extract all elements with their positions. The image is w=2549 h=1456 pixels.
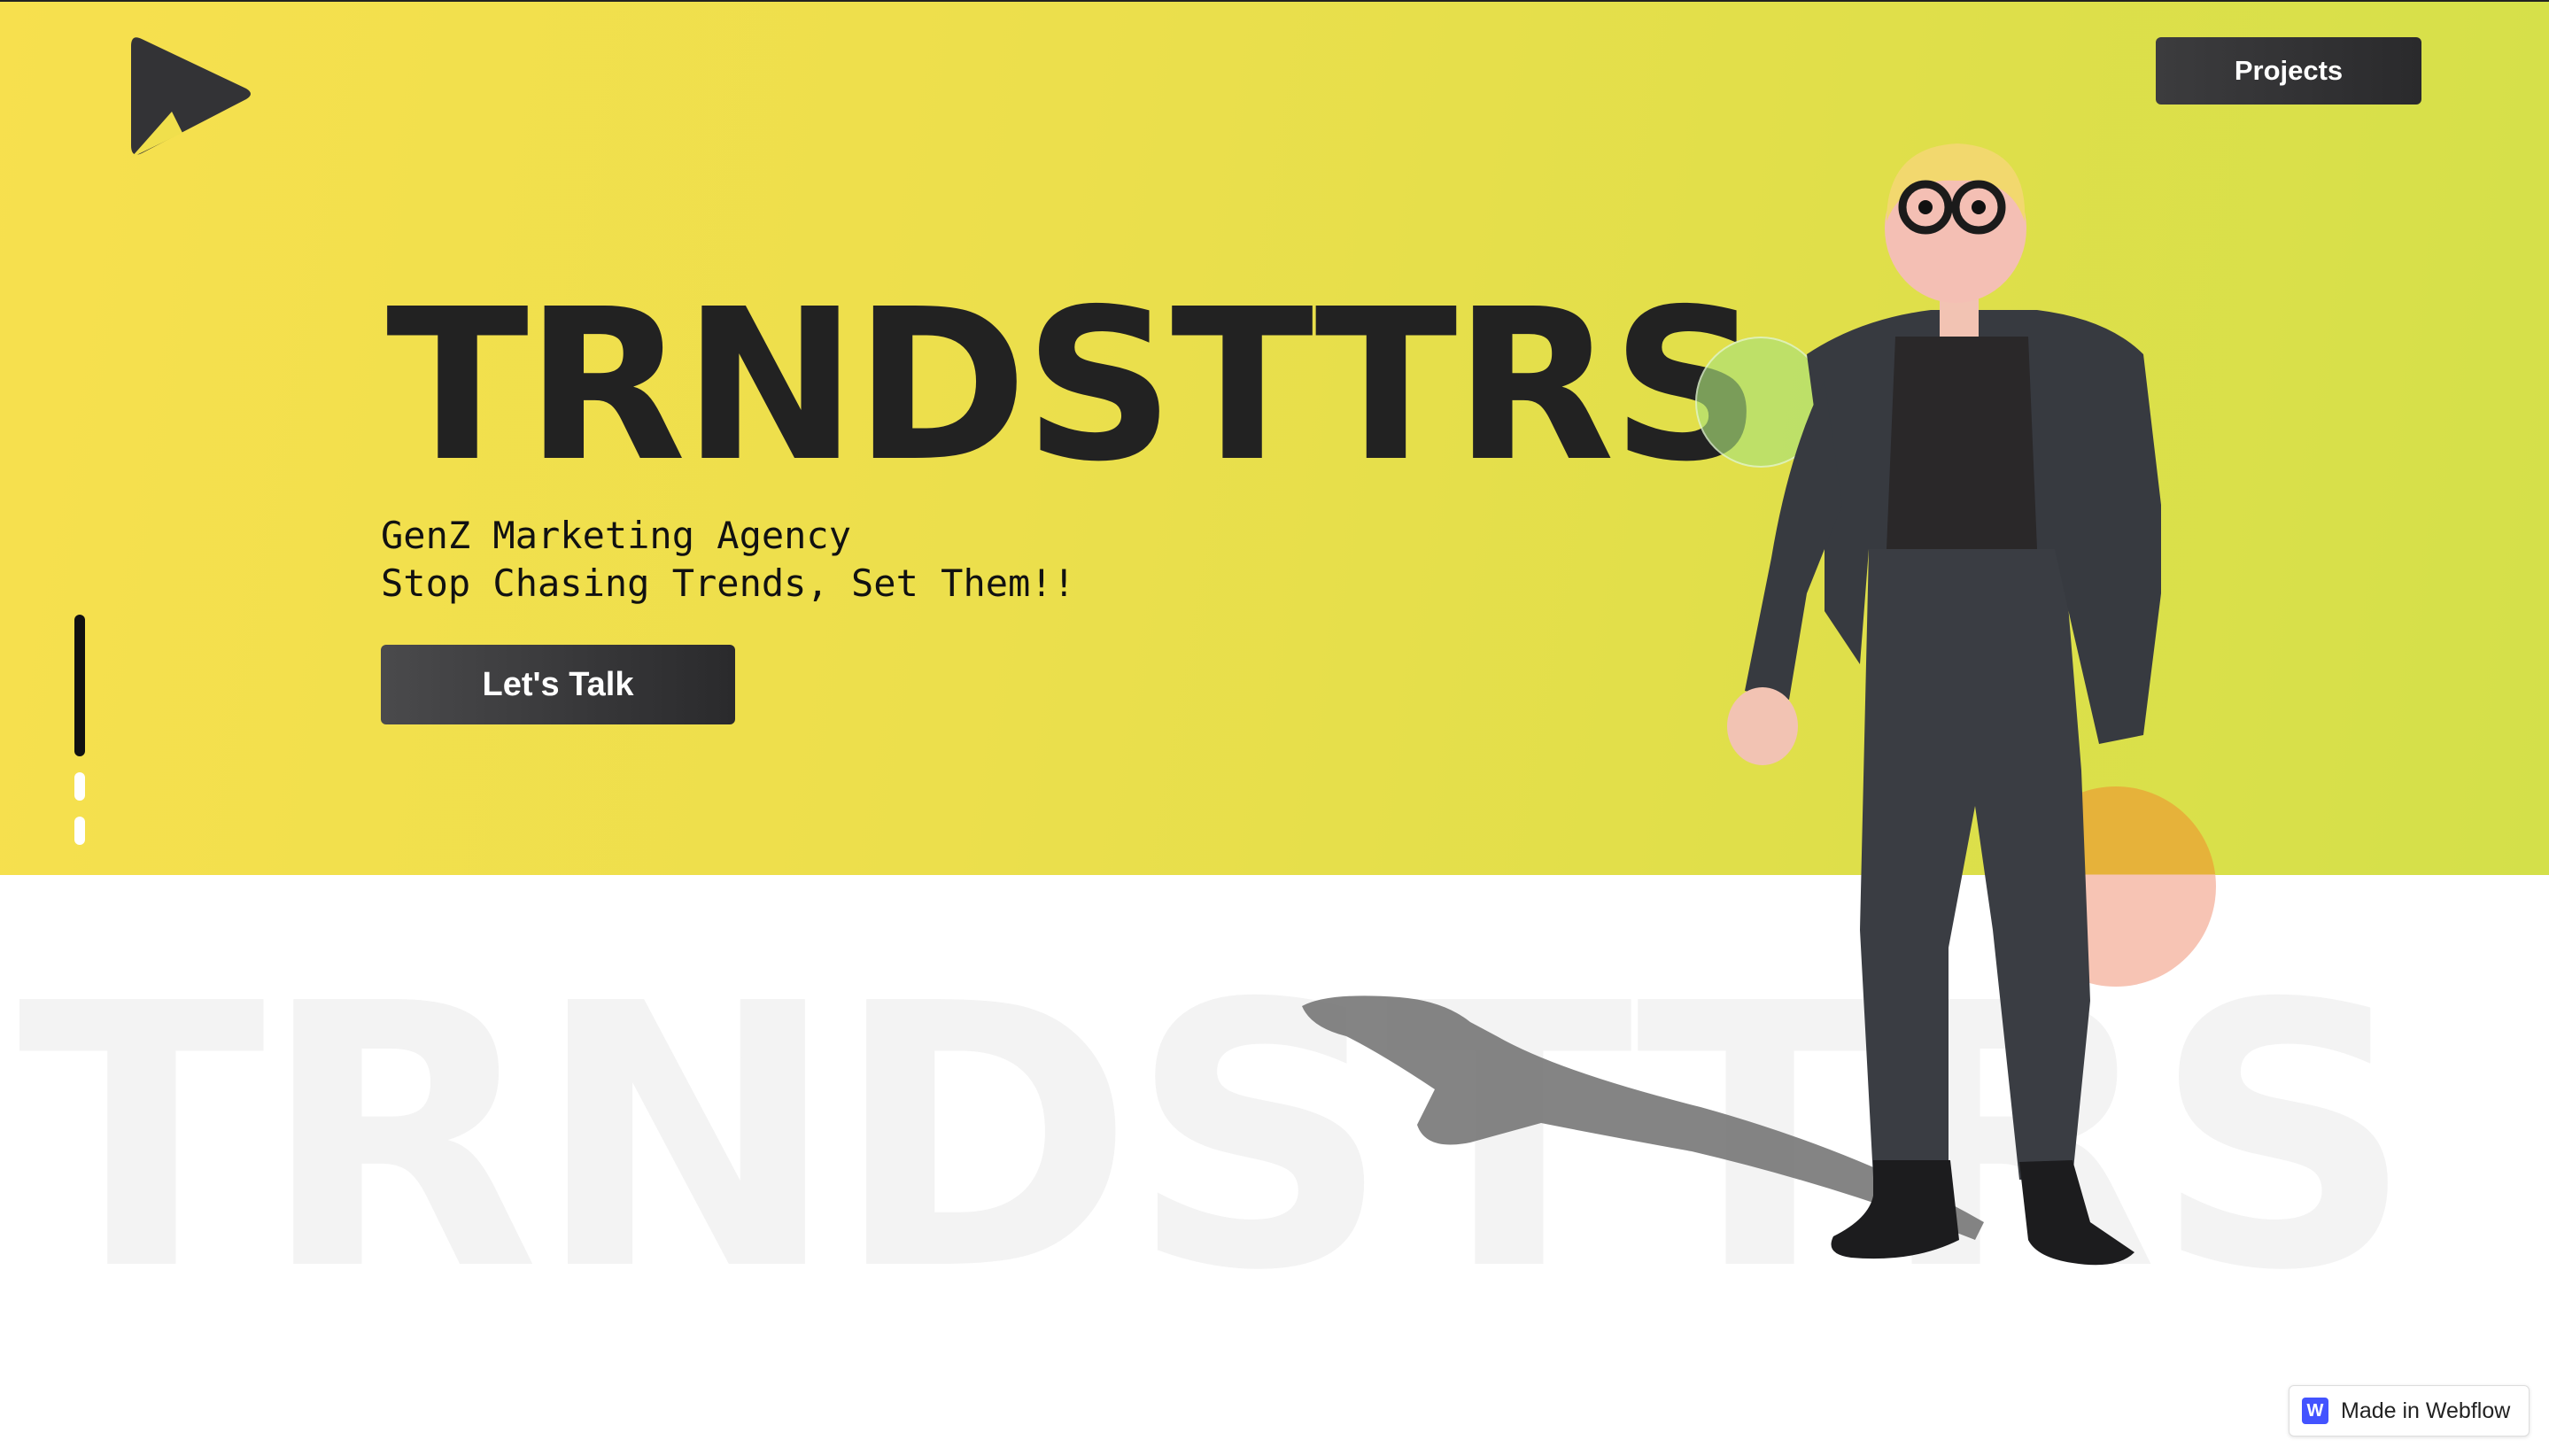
lets-talk-button[interactable]: Let's Talk [381, 645, 735, 724]
webflow-badge-label: Made in Webflow [2341, 1398, 2511, 1423]
slide-indicator-2[interactable] [74, 772, 85, 801]
character-illustration [1302, 143, 2161, 1266]
made-in-webflow-badge[interactable]: W Made in Webflow [2289, 1385, 2530, 1437]
play-triangle-icon[interactable] [122, 34, 255, 167]
tagline: GenZ Marketing Agency Stop Chasing Trend… [381, 512, 1075, 608]
tagline-line-agency: GenZ Marketing Agency [381, 514, 852, 557]
webflow-w-icon: W [2302, 1398, 2328, 1424]
slide-indicator-active[interactable] [74, 615, 85, 756]
tagline-line-slogan: Stop Chasing Trends, Set Them!! [381, 561, 1075, 605]
slide-indicator-3[interactable] [74, 817, 85, 845]
projects-button[interactable]: Projects [2156, 37, 2421, 105]
